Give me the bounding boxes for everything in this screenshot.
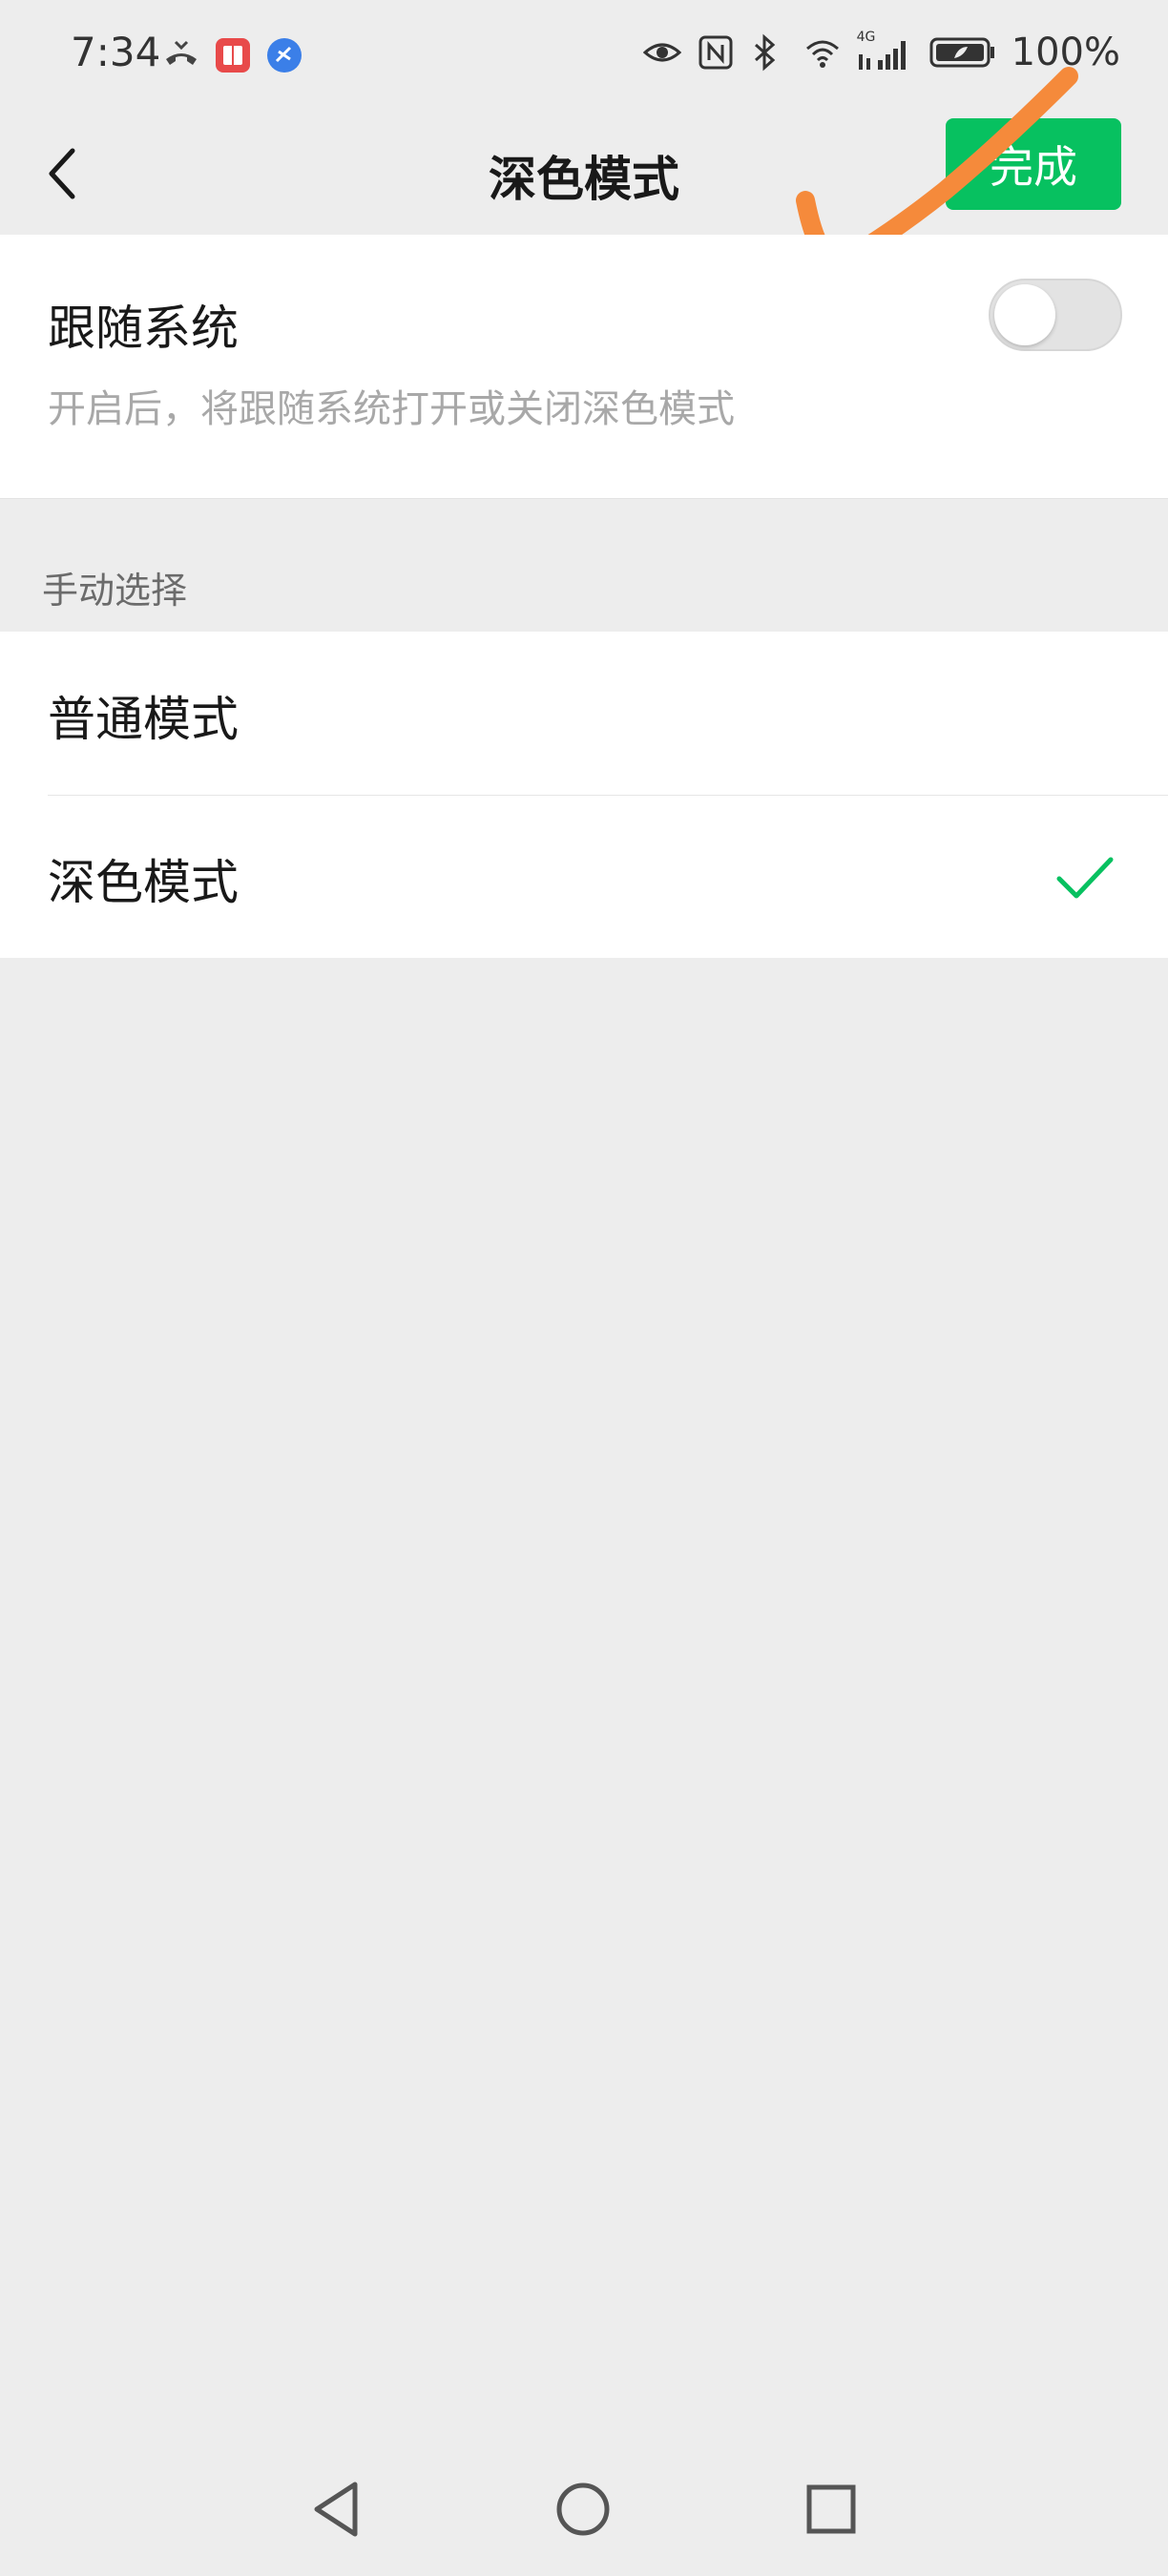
book-app-icon (214, 36, 252, 74)
status-bar: 7:34 4G 100% (0, 0, 1168, 114)
manual-select-label: 手动选择 (42, 570, 188, 612)
nfc-icon (697, 33, 735, 72)
square-recents-icon (806, 2484, 856, 2534)
mode-option-dark[interactable]: 深色模式 (0, 795, 1168, 958)
missed-call-icon (162, 36, 200, 74)
signal-icon: 4G (856, 30, 914, 72)
circle-home-icon (556, 2483, 610, 2536)
toggle-knob (994, 284, 1055, 345)
bluetooth-icon (750, 33, 788, 72)
battery-icon (929, 33, 996, 72)
system-nav-bar (0, 2442, 1168, 2576)
mode-list: 普通模式 深色模式 (0, 632, 1168, 958)
status-left-icons (162, 36, 303, 74)
browser-app-icon (265, 36, 303, 74)
system-home-button[interactable] (545, 2462, 621, 2557)
follow-system-title: 跟随系统 (48, 301, 239, 356)
system-back-button[interactable] (298, 2462, 374, 2557)
battery-percent: 100% (1011, 31, 1120, 74)
triangle-back-icon (314, 2482, 358, 2537)
nav-bar: 深色模式 完成 (0, 114, 1168, 235)
wifi-icon (803, 33, 842, 72)
follow-system-toggle[interactable] (989, 279, 1122, 351)
follow-system-card: 跟随系统 开启后，将跟随系统打开或关闭深色模式 (0, 235, 1168, 499)
mode-option-label: 深色模式 (48, 855, 239, 910)
eye-icon (642, 33, 681, 72)
status-time: 7:34 (71, 29, 161, 75)
done-button[interactable]: 完成 (946, 118, 1121, 210)
network-label: 4G (856, 30, 876, 45)
mode-option-light[interactable]: 普通模式 (0, 632, 1168, 795)
status-right-icons: 4G 100% (642, 30, 1120, 74)
system-recents-button[interactable] (793, 2462, 869, 2557)
selected-check-icon (1056, 857, 1114, 899)
mode-option-label: 普通模式 (48, 692, 239, 747)
follow-system-description: 开启后，将跟随系统打开或关闭深色模式 (48, 387, 735, 431)
